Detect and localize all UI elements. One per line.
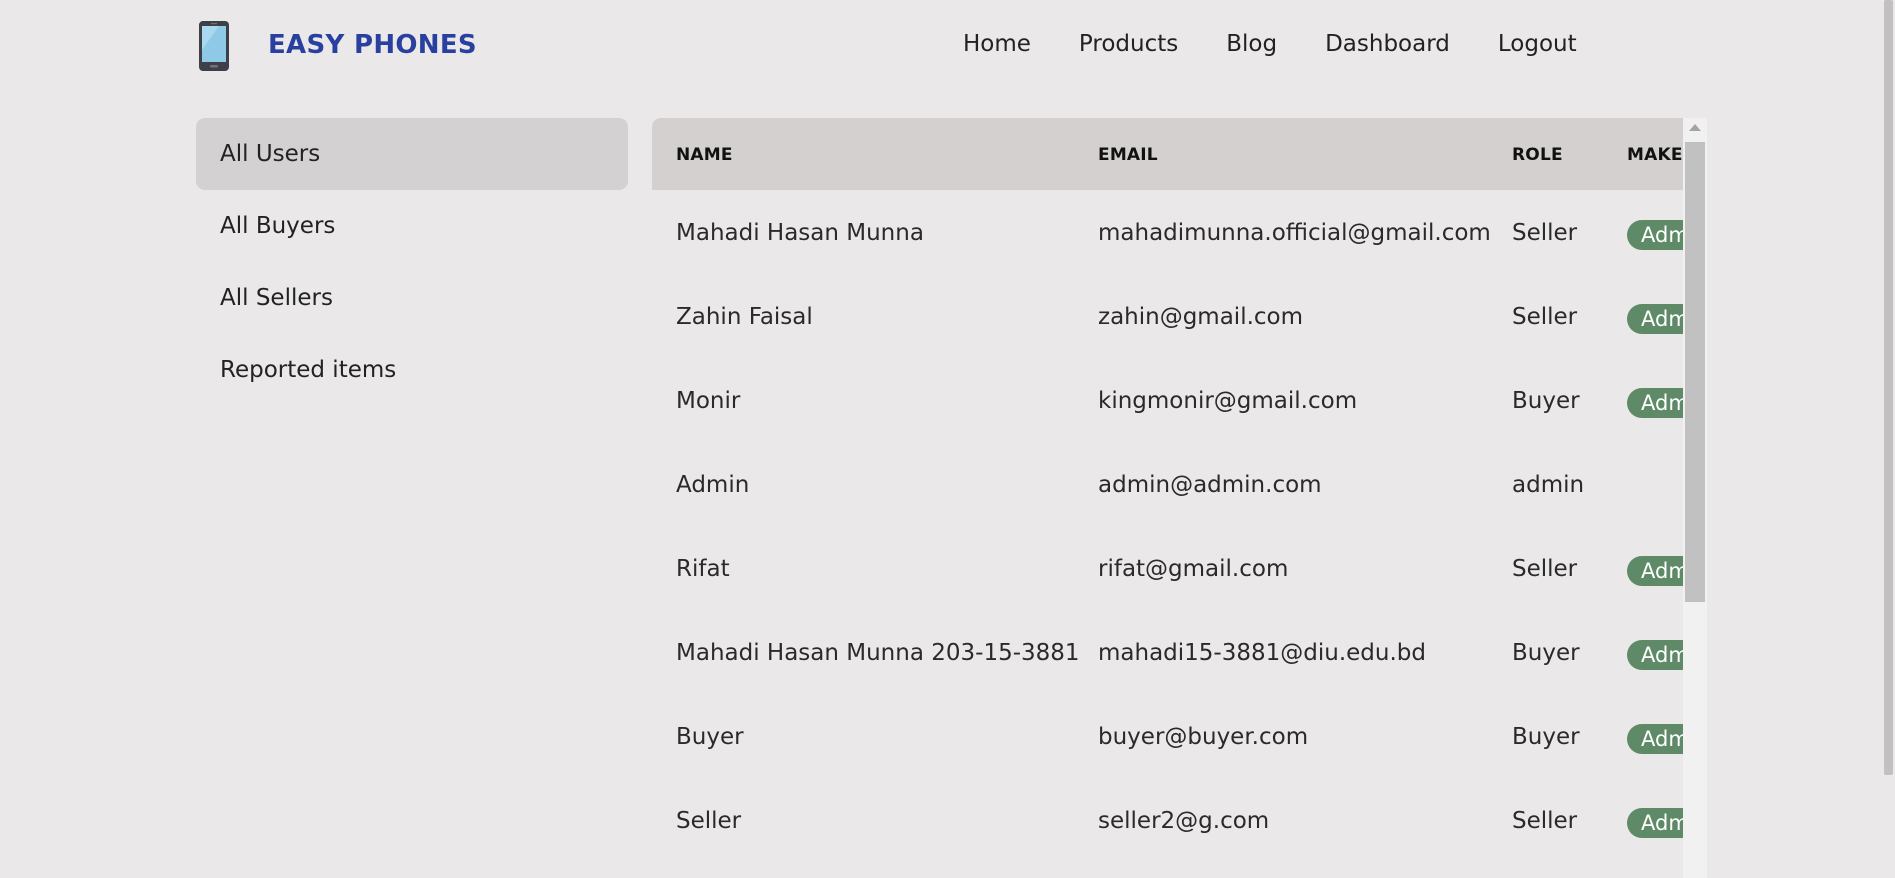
nav-logout-link[interactable]: Logout xyxy=(1498,31,1577,57)
page-scrollbar[interactable] xyxy=(1880,0,1895,878)
table-row: Mahadi Hasan Munna 203-15-3881 mahadi15-… xyxy=(652,610,1683,694)
make-admin-button[interactable]: Admin xyxy=(1627,640,1683,670)
column-header-make: MAKE xyxy=(1627,145,1683,165)
sidebar-item-all-sellers[interactable]: All Sellers xyxy=(196,262,628,334)
make-admin-button[interactable]: Admin xyxy=(1627,304,1683,334)
table-row: Mahadi Hasan Munna mahadimunna.official@… xyxy=(652,190,1683,274)
sidebar-item-all-buyers[interactable]: All Buyers xyxy=(196,190,628,262)
top-navbar: EASY PHONES Home Products Blog Dashboard… xyxy=(0,0,1880,96)
user-name: Admin xyxy=(676,472,750,498)
dashboard-sidebar: All Users All Buyers All Sellers Reporte… xyxy=(196,118,628,406)
user-role: Buyer xyxy=(1512,388,1580,414)
user-name: Zahin Faisal xyxy=(676,304,813,330)
nav-dashboard-link[interactable]: Dashboard xyxy=(1325,31,1450,57)
user-role: Seller xyxy=(1512,220,1578,246)
user-email: kingmonir@gmail.com xyxy=(1098,388,1358,414)
make-admin-button[interactable]: Admin xyxy=(1627,220,1683,250)
make-admin-button[interactable]: Admin xyxy=(1627,724,1683,754)
table-row: Rifat rifat@gmail.com Seller Admin xyxy=(652,526,1683,610)
user-email: zahin@gmail.com xyxy=(1098,304,1304,330)
scroll-up-arrow-icon[interactable] xyxy=(1689,124,1701,131)
main-nav: Home Products Blog Dashboard Logout xyxy=(963,31,1625,57)
user-name: Monir xyxy=(676,388,741,414)
user-role: Seller xyxy=(1512,304,1578,330)
user-email: buyer@buyer.com xyxy=(1098,724,1309,750)
table-scrollbar[interactable] xyxy=(1683,118,1707,878)
nav-home-link[interactable]: Home xyxy=(963,31,1031,57)
user-name: Rifat xyxy=(676,556,730,582)
user-email: seller2@g.com xyxy=(1098,808,1270,834)
user-role: admin xyxy=(1512,472,1585,498)
user-role: Seller xyxy=(1512,556,1578,582)
user-name: Mahadi Hasan Munna 203-15-3881 xyxy=(676,640,1080,666)
user-name: Buyer xyxy=(676,724,744,750)
table-scrollbar-thumb[interactable] xyxy=(1685,142,1705,602)
table-row: Monir kingmonir@gmail.com Buyer Admin xyxy=(652,358,1683,442)
user-name: Mahadi Hasan Munna xyxy=(676,220,924,246)
table-header-row: NAME EMAIL ROLE MAKE xyxy=(652,118,1683,190)
users-table: NAME EMAIL ROLE MAKE Mahadi Hasan Munna … xyxy=(652,118,1683,878)
brand-name[interactable]: EASY PHONES xyxy=(268,30,477,60)
table-row: Seller seller2@g.com Seller Admin xyxy=(652,778,1683,862)
column-header-email: EMAIL xyxy=(1098,145,1158,165)
user-email: mahadi15-3881@diu.edu.bd xyxy=(1098,640,1426,666)
user-email: admin@admin.com xyxy=(1098,472,1322,498)
table-row: Zahin Faisal zahin@gmail.com Seller Admi… xyxy=(652,274,1683,358)
table-row: Buyer buyer@buyer.com Buyer Admin xyxy=(652,694,1683,778)
user-role: Buyer xyxy=(1512,640,1580,666)
user-email: mahadimunna.official@gmail.com xyxy=(1098,220,1491,246)
make-admin-button[interactable]: Admin xyxy=(1627,808,1683,838)
make-admin-button[interactable]: Admin xyxy=(1627,388,1683,418)
page-scrollbar-thumb[interactable] xyxy=(1884,0,1893,775)
sidebar-item-reported-items[interactable]: Reported items xyxy=(196,334,628,406)
user-role: Seller xyxy=(1512,808,1578,834)
column-header-name: NAME xyxy=(676,145,733,165)
nav-blog-link[interactable]: Blog xyxy=(1226,31,1277,57)
user-email: rifat@gmail.com xyxy=(1098,556,1289,582)
nav-products-link[interactable]: Products xyxy=(1079,31,1178,57)
column-header-role: ROLE xyxy=(1512,145,1563,165)
user-role: Buyer xyxy=(1512,724,1580,750)
sidebar-item-all-users[interactable]: All Users xyxy=(196,118,628,190)
table-row: Admin admin@admin.com admin xyxy=(652,442,1683,526)
phone-icon[interactable] xyxy=(197,20,231,72)
make-admin-button[interactable]: Admin xyxy=(1627,556,1683,586)
user-name: Seller xyxy=(676,808,742,834)
